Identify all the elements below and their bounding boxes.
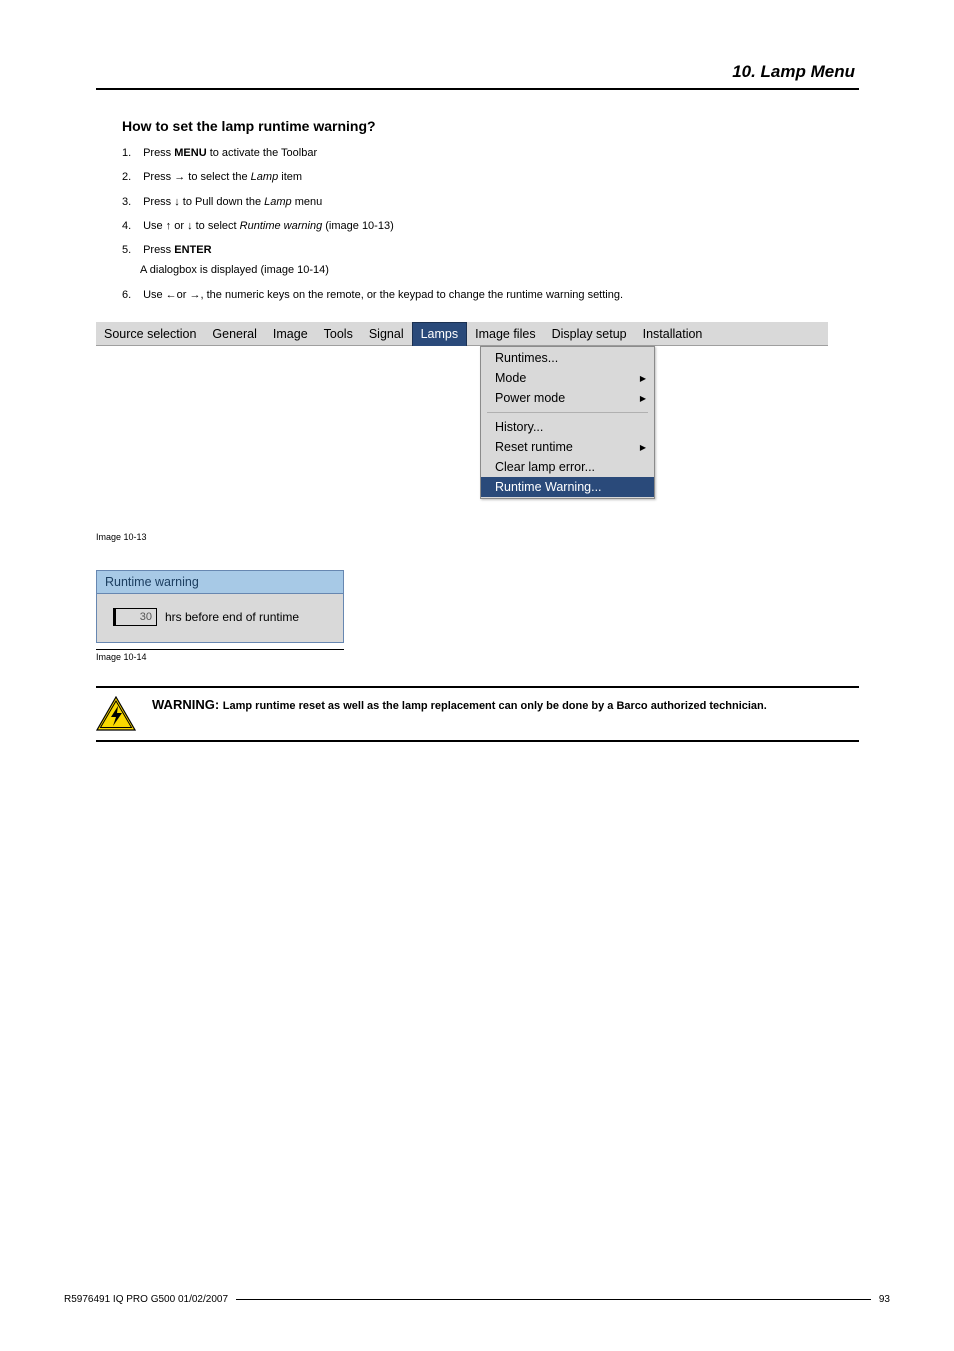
submenu-arrow-icon: ▶ xyxy=(640,374,646,383)
menu-bar: Source selection General Image Tools Sig… xyxy=(96,322,828,346)
menu-source-selection[interactable]: Source selection xyxy=(96,322,204,346)
step-1: 1. Press MENU to activate the Toolbar xyxy=(122,146,859,160)
step-2: 2. Press → to select the Lamp item xyxy=(122,170,859,184)
step-number: 3. xyxy=(122,195,140,209)
dropdown-separator xyxy=(487,412,648,413)
step-text: Use ←or →, the numeric keys on the remot… xyxy=(143,289,623,301)
dropdown-item-label: Mode xyxy=(495,371,526,385)
dropdown-item-label: Clear lamp error... xyxy=(495,460,595,474)
dropdown-history[interactable]: History... xyxy=(481,417,654,437)
dropdown-clear-lamp-error[interactable]: Clear lamp error... xyxy=(481,457,654,477)
menu-installation[interactable]: Installation xyxy=(635,322,711,346)
hours-input[interactable]: 30 xyxy=(113,608,157,626)
step-number: 5. xyxy=(122,243,140,257)
step-number: 6. xyxy=(122,288,140,302)
step-text: Press ENTER xyxy=(143,244,211,256)
dropdown-mode[interactable]: Mode ▶ xyxy=(481,368,654,388)
warning-body: Lamp runtime reset as well as the lamp r… xyxy=(223,700,767,712)
step-text: Press ↓ to Pull down the Lamp menu xyxy=(143,196,322,208)
menu-image[interactable]: Image xyxy=(265,322,316,346)
figure-caption-10-13: Image 10-13 xyxy=(96,532,859,542)
step-number: 2. xyxy=(122,170,140,184)
menu-lamps[interactable]: Lamps xyxy=(412,322,468,346)
chapter-title: 10. Lamp Menu xyxy=(96,62,859,82)
step-subtext: A dialogbox is displayed (image 10-14) xyxy=(140,263,859,277)
step-text: Use ↑ or ↓ to select Runtime warning (im… xyxy=(143,220,394,232)
footer-rule xyxy=(236,1299,871,1300)
footer-page-number: 93 xyxy=(879,1294,890,1305)
hours-label: hrs before end of runtime xyxy=(165,610,299,624)
step-3: 3. Press ↓ to Pull down the Lamp menu xyxy=(122,195,859,209)
step-4: 4. Use ↑ or ↓ to select Runtime warning … xyxy=(122,219,859,233)
submenu-arrow-icon: ▶ xyxy=(640,443,646,452)
step-number: 4. xyxy=(122,219,140,233)
dropdown-power-mode[interactable]: Power mode ▶ xyxy=(481,388,654,408)
dropdown-runtime-warning[interactable]: Runtime Warning... xyxy=(481,477,654,497)
runtime-warning-dialog: Runtime warning 30 hrs before end of run… xyxy=(96,570,344,643)
steps-list: 1. Press MENU to activate the Toolbar 2.… xyxy=(122,146,859,302)
step-text: Press → to select the Lamp item xyxy=(143,171,302,183)
figure-10-14: Runtime warning 30 hrs before end of run… xyxy=(96,570,344,643)
warning-lightning-icon xyxy=(96,696,136,732)
menu-tools[interactable]: Tools xyxy=(316,322,361,346)
page-footer: R5976491 IQ PRO G500 01/02/2007 93 xyxy=(64,1294,890,1305)
step-text: Press MENU to activate the Toolbar xyxy=(143,147,317,159)
submenu-arrow-icon: ▶ xyxy=(640,394,646,403)
menu-display-setup[interactable]: Display setup xyxy=(544,322,635,346)
footer-left: R5976491 IQ PRO G500 01/02/2007 xyxy=(64,1294,228,1305)
dropdown-reset-runtime[interactable]: Reset runtime ▶ xyxy=(481,437,654,457)
dialog-title: Runtime warning xyxy=(97,571,343,594)
step-number: 1. xyxy=(122,146,140,160)
menu-general[interactable]: General xyxy=(204,322,264,346)
dropdown-runtimes[interactable]: Runtimes... xyxy=(481,348,654,368)
warning-text: WARNING: Lamp runtime reset as well as t… xyxy=(152,696,859,714)
dropdown-item-label: History... xyxy=(495,420,543,434)
section-heading: How to set the lamp runtime warning? xyxy=(122,118,859,134)
dropdown-item-label: Runtime Warning... xyxy=(495,480,602,494)
dropdown-item-label: Runtimes... xyxy=(495,351,558,365)
menu-signal[interactable]: Signal xyxy=(361,322,412,346)
dropdown-item-label: Reset runtime xyxy=(495,440,573,454)
warning-lead: WARNING: xyxy=(152,697,223,712)
dropdown-item-label: Power mode xyxy=(495,391,565,405)
lamps-dropdown: Runtimes... Mode ▶ Power mode ▶ History.… xyxy=(480,346,655,499)
step-6: 6. Use ←or →, the numeric keys on the re… xyxy=(122,288,859,302)
warning-block: WARNING: Lamp runtime reset as well as t… xyxy=(96,686,859,742)
page-header: 10. Lamp Menu xyxy=(96,62,859,90)
figure-10-13: Source selection General Image Tools Sig… xyxy=(96,322,828,526)
step-5: 5. Press ENTER A dialogbox is displayed … xyxy=(122,243,859,278)
figure-caption-10-14: Image 10-14 xyxy=(96,649,344,662)
menu-image-files[interactable]: Image files xyxy=(467,322,543,346)
